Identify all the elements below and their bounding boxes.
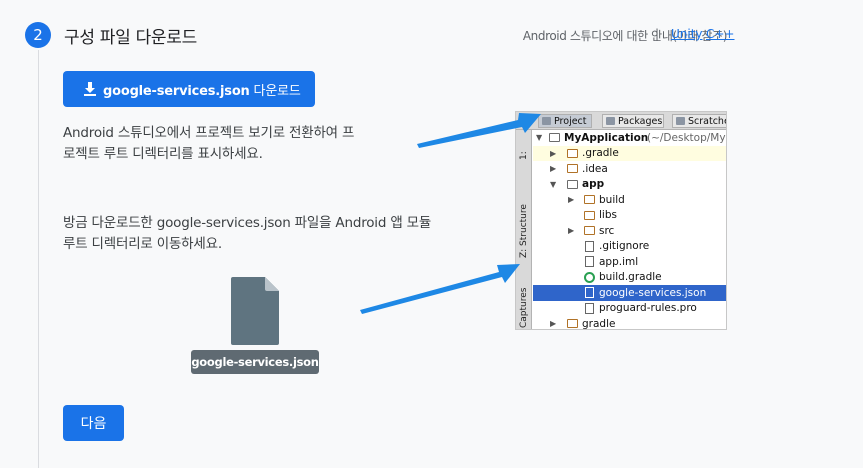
arrow-to-json-file-icon (360, 264, 520, 314)
pointer-arrows (360, 113, 541, 314)
arrow-to-project-tab-icon (417, 113, 541, 148)
